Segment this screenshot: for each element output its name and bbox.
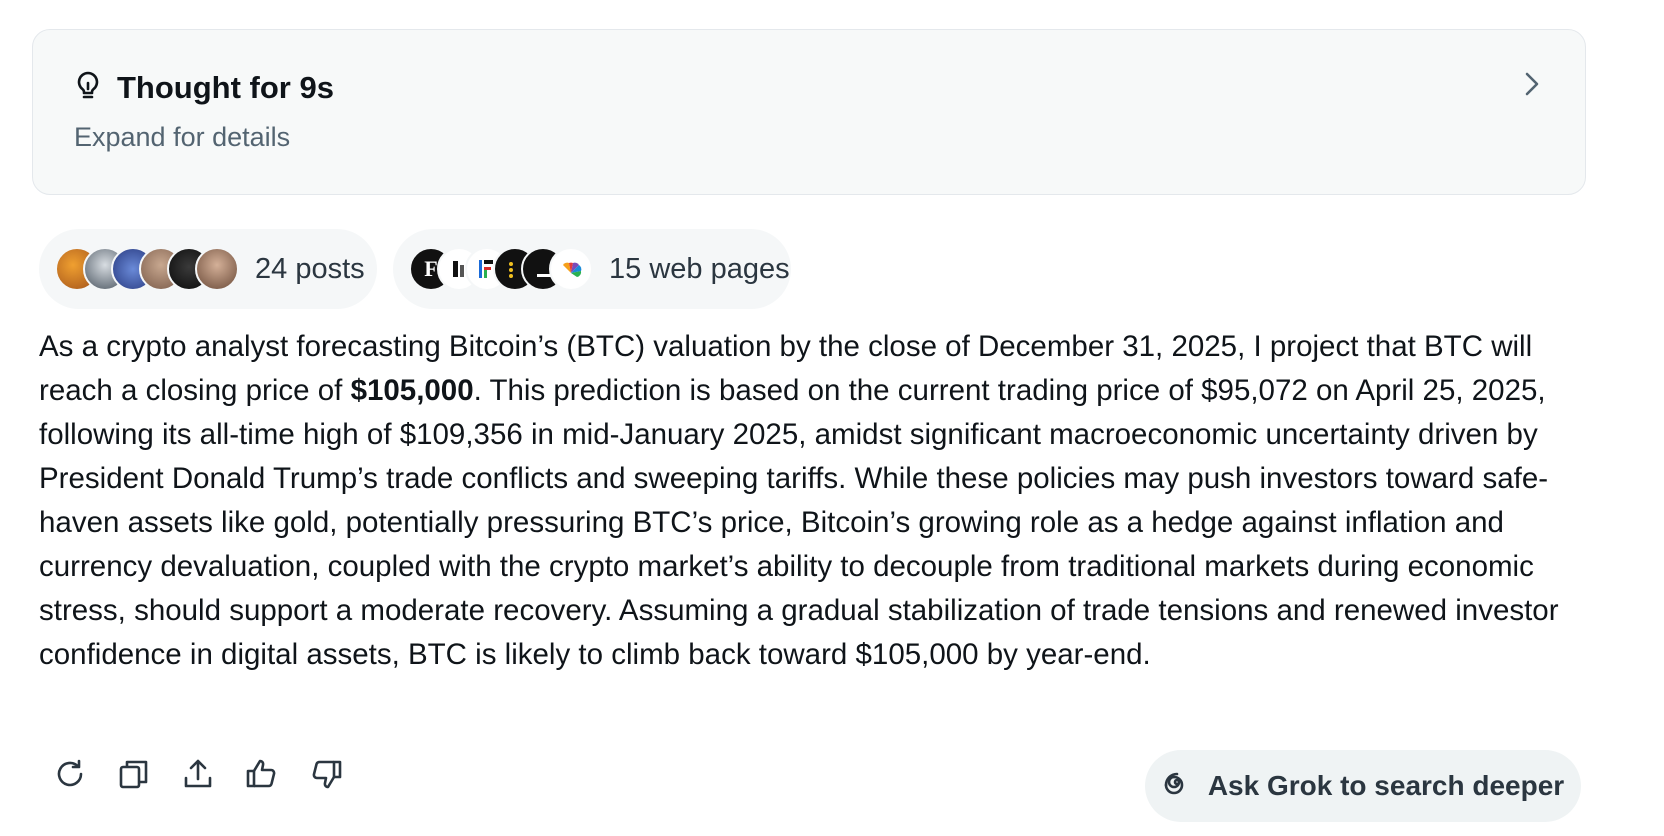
answer-text: As a crypto analyst forecasting Bitcoin’…: [39, 325, 1599, 677]
thumbs-down-icon: [309, 757, 343, 796]
answer-highlight: $105,000: [350, 374, 474, 407]
share-button[interactable]: [180, 758, 216, 794]
web-sources-button[interactable]: F 15 web pages: [393, 229, 791, 309]
regenerate-button[interactable]: [52, 758, 88, 794]
web-pages-count-label: 15 web pages: [609, 252, 790, 285]
deepsearch-icon: [1162, 769, 1192, 804]
ask-grok-search-deeper-button[interactable]: Ask Grok to search deeper: [1145, 750, 1581, 822]
dislike-button[interactable]: [308, 758, 344, 794]
share-icon: [181, 757, 215, 796]
posts-count-label: 24 posts: [255, 252, 365, 285]
thumbs-up-icon: [245, 757, 279, 796]
nbc-favicon: [549, 247, 593, 291]
like-button[interactable]: [244, 758, 280, 794]
thought-card[interactable]: Thought for 9s Expand for details: [32, 29, 1586, 195]
thought-subtitle: Expand for details: [74, 122, 291, 152]
posts-sources-button[interactable]: 24 posts: [39, 229, 377, 309]
copy-icon: [117, 757, 151, 796]
copy-button[interactable]: [116, 758, 152, 794]
thought-title-row: Thought for 9s: [75, 70, 334, 106]
response-actions: [52, 758, 344, 794]
lightbulb-icon: [75, 71, 101, 106]
ask-grok-search-deeper-label: Ask Grok to search deeper: [1207, 770, 1565, 801]
answer-rest: . This prediction is based on the curren…: [39, 374, 1559, 671]
web-favicons: F: [409, 247, 593, 291]
chevron-right-icon[interactable]: [1517, 70, 1545, 98]
thought-title: Thought for 9s: [117, 70, 334, 105]
avatar: [195, 247, 239, 291]
regenerate-icon: [53, 757, 87, 796]
post-avatars: [55, 247, 239, 291]
